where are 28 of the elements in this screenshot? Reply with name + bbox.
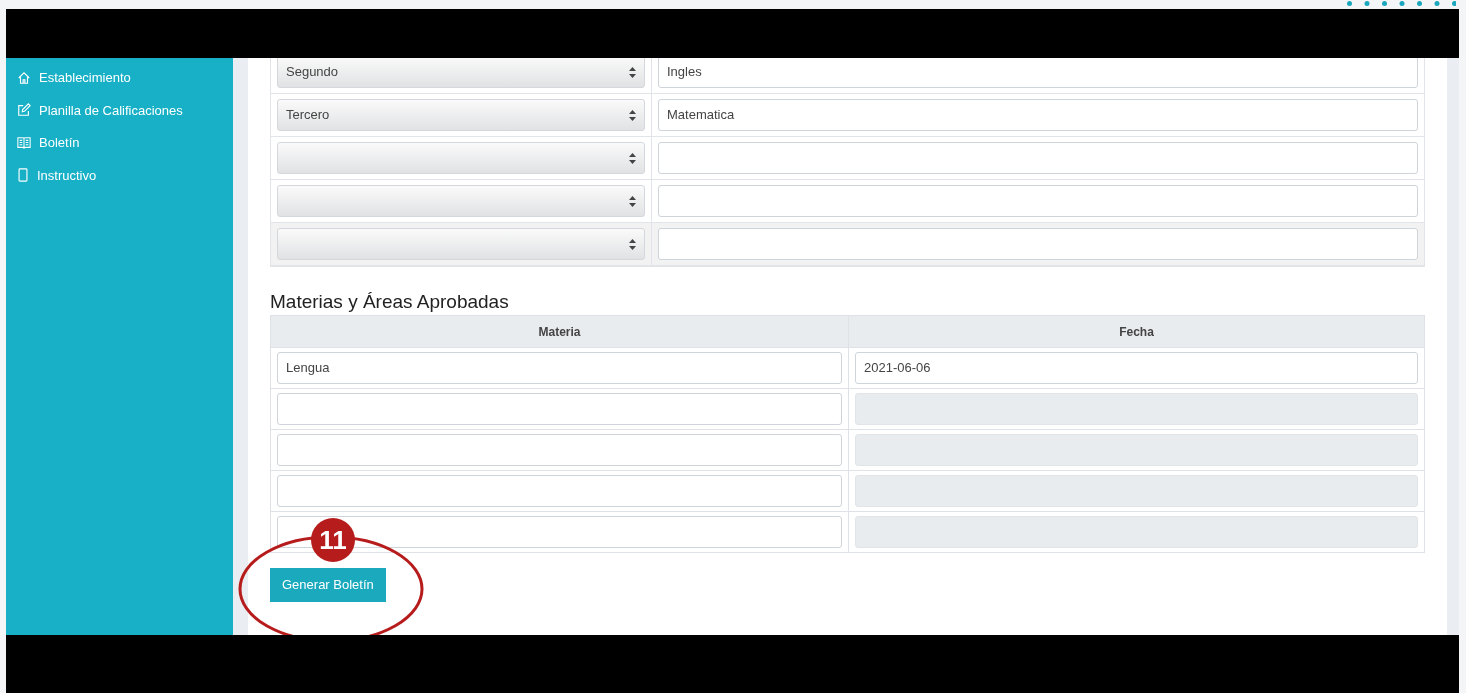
subject-field[interactable] xyxy=(658,142,1418,174)
updown-caret-icon xyxy=(629,109,636,121)
period-select[interactable] xyxy=(277,142,645,174)
subject-field[interactable] xyxy=(277,434,842,466)
updown-caret-icon xyxy=(629,238,636,250)
column-header: Materia xyxy=(271,316,849,347)
updown-caret-icon xyxy=(629,66,636,78)
subject-field[interactable] xyxy=(277,475,842,507)
period-select[interactable] xyxy=(277,228,645,260)
period-select[interactable]: Segundo xyxy=(277,58,645,88)
book-icon xyxy=(17,135,31,150)
updown-caret-icon xyxy=(629,152,636,164)
subject-field[interactable] xyxy=(658,185,1418,217)
date-field[interactable]: 2021-06-06 xyxy=(855,352,1418,384)
period-select[interactable] xyxy=(277,185,645,217)
section-title: Materias y Áreas Aprobadas xyxy=(270,290,510,314)
tablet-icon xyxy=(17,168,29,183)
subject-field[interactable]: Matematica xyxy=(658,99,1418,131)
period-select[interactable]: Tercero xyxy=(277,99,645,131)
edit-icon xyxy=(17,103,31,118)
subject-field[interactable] xyxy=(277,516,842,548)
subject-field[interactable] xyxy=(658,228,1418,260)
subject-field[interactable]: Lengua xyxy=(277,352,842,384)
home-icon xyxy=(17,70,31,85)
subject-field[interactable] xyxy=(277,393,842,425)
column-header: Fecha xyxy=(1118,323,1155,341)
updown-caret-icon xyxy=(629,195,636,207)
subject-field[interactable]: Ingles xyxy=(658,58,1418,88)
